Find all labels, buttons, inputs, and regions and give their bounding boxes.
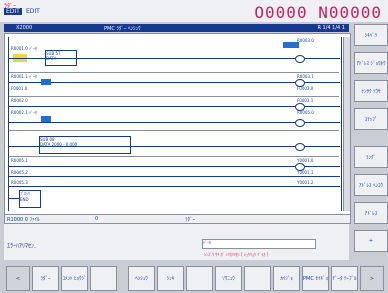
function-block-end[interactable]: ﾌﾞﾛｯｸ END [19,190,41,208]
rung-wire [9,58,340,59]
softkey-bottom-11[interactable]: ﾃﾞｰﾀ ﾃｰﾌﾞﾙ [331,266,358,291]
top-header: ﾗﾀﾞｰ EDIT EDIT O0000 N00000 [0,0,388,22]
rung-label-right: Y0001.1 [297,170,314,175]
softkey-bottom-10[interactable]: PMC ｾｲｷﾞｮ [302,266,329,291]
rung-wire [9,166,340,167]
rung-wire [9,186,340,187]
rung-label-left: F0001.0 [11,86,28,91]
program-number: O0000 N00000 [254,3,382,22]
softkey-return[interactable]: < [6,266,30,291]
softkey-right-6[interactable]: ｱﾄﾞﾚｽ ﾍﾝｺｳ [354,174,388,196]
rung-separator [9,156,339,157]
softkey-bottom-4[interactable]: ﾍﾝｼｭｳ [128,266,155,291]
address-title: X2000 [16,25,33,31]
softkey-bottom-8[interactable] [244,266,271,291]
key-input-field[interactable]: ﾃﾞｰﾀ [202,239,316,249]
rung-separator [9,72,339,73]
softkey-bottom-9[interactable]: ｶｲｼﾞｮ [273,266,300,291]
status-mode: ﾗﾀﾞｰ [185,217,196,223]
softkey-bottom-3[interactable] [90,266,117,291]
softkey-next[interactable]: > [360,266,384,291]
softkey-right-3[interactable]: ｹﾝｻｸ ｿｳｻ [354,80,388,102]
rung-wire [9,198,19,199]
mode-tag: EDIT [4,8,22,15]
rung-label-right: F0003.0 [297,86,314,91]
rung-label-right: R0005.0 [297,110,314,115]
rung-label-left: R0002.0 [11,98,28,103]
status-value: 0 [95,216,99,222]
output-coil[interactable] [295,55,305,63]
rung-separator [9,96,339,97]
mode-sub: EDIT [26,8,40,15]
softkey-bottom-5[interactable]: ｼﾝｷ [157,266,184,291]
rung-label-left: R0005.2 [11,170,28,175]
screen-title: PMC ﾗﾀﾞｰ ﾍﾝｼｭｳ [104,26,141,32]
message-area: ｴﾗｰﾊｱﾘﾏｾﾝ. ﾃﾞｰﾀ ｼﾝｺﾞｳ ｻﾁ ｶﾞ ﾐﾂｶﾘﾏｾﾝ [ ｼｭ… [4,224,349,260]
page-indicator: R 1/4 1/4 1 [317,25,345,31]
rung-label-left: R0005.3 [11,180,28,185]
left-power-rail [8,37,9,211]
screen-title-bar: PMC ﾗﾀﾞｰ ﾍﾝｼｭｳ X2000 R 1/4 1/4 1 [4,24,349,32]
right-power-rail [341,37,342,211]
output-coil[interactable] [295,143,305,151]
ladder-diagram[interactable]: R0001.0 ﾃﾞｰﾀ R0003.0 SUB 57 DATA R0001.1… [4,33,351,215]
rung-label-right: Y0001.2 [297,180,314,185]
softkey-right-next[interactable]: + [354,230,388,252]
softkey-right-5[interactable]: ﾗﾝｸﾞ [354,146,388,168]
rung-wire [9,82,340,83]
vertical-scrollbar[interactable] [343,37,350,211]
coil-selected[interactable] [283,42,299,48]
rung-wire [9,106,340,107]
function-block-line: END [20,197,29,202]
message-hint: ｼﾝｺﾞｳ ｻﾁ ｶﾞ ﾐﾂｶﾘﾏｾﾝ [ ｼｭｳﾘｮｳ ﾂﾞｲｶ ] [204,252,269,257]
rung-label-left: R0001.0 ﾃﾞｰﾀ [11,46,38,51]
function-block[interactable]: SUB 08 DATA 2000 - 0.000 [39,136,131,154]
softkey-bottom-2[interactable]: ｺﾒﾝﾄ ﾋｮｳｼﾞ [61,266,88,291]
rung-wire [9,146,340,147]
rung-wire [9,122,340,123]
message-text: ｴﾗｰﾊｱﾘﾏｾﾝ. [7,243,36,250]
rung-label-left: R0001.1 ﾃﾞｰﾀ [11,74,38,79]
status-address: R1000 0 ﾌｧｲﾙ [7,217,40,223]
softkey-right-1[interactable]: ｼｷﾍﾞﾂ [354,24,388,46]
status-bar: R1000 0 ﾌｧｲﾙ 0 ﾗﾀﾞｰ [4,214,351,224]
output-coil[interactable] [295,119,305,127]
rung-separator [9,130,339,131]
rung-label-right: R0003.0 [297,38,314,43]
rung-label-left: R0005.1 [11,158,28,163]
rung-wire [9,176,340,177]
softkey-right-4[interactable]: ｽﾃｯﾌﾟ [354,108,388,130]
softkey-bottom-1[interactable]: ﾗﾀﾞｰ [32,266,59,291]
contact-highlight[interactable] [41,79,51,85]
softkey-right-7[interactable]: ｱﾄﾞﾚｽ [354,202,388,224]
softkey-right-2[interactable]: ｱﾄﾞﾚｽ ｼﾞｮｳﾎｳ [354,52,388,74]
rung-label-left: R0002.1 ﾃﾞｰﾀ [11,110,38,115]
softkey-bottom-6[interactable] [186,266,213,291]
softkey-bottom-7[interactable]: ｿｳﾆｭｳ [215,266,242,291]
